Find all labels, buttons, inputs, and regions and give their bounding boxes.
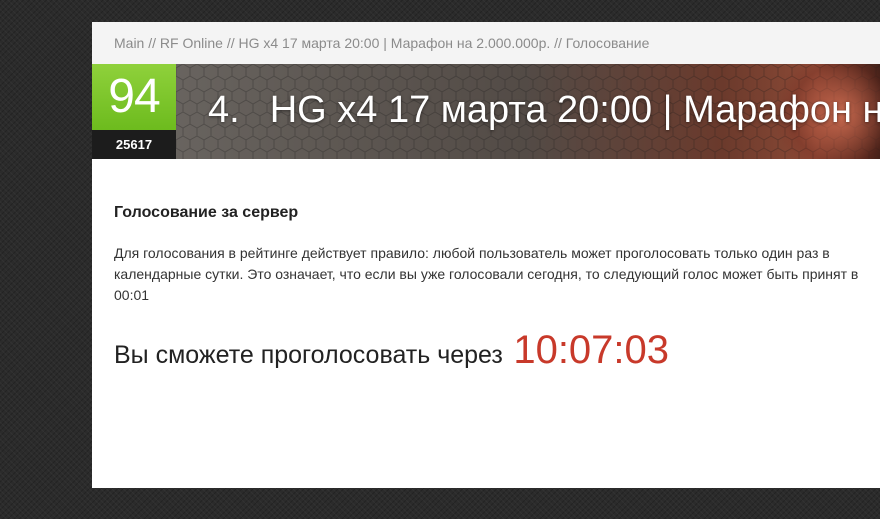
rating-score: 94 xyxy=(92,64,176,130)
countdown-timer: 10:07:03 xyxy=(513,328,670,372)
server-name: HG x4 17 марта 20:00 | Марафон на 2.000.… xyxy=(269,89,880,131)
server-rank: 4. xyxy=(208,89,240,131)
server-banner: 94 25617 4. HG x4 17 марта 20:00 | Марафо… xyxy=(92,64,880,159)
countdown: Вы сможете проголосовать через 10:07:03 xyxy=(114,328,858,373)
server-title: 4. HG x4 17 марта 20:00 | Марафон на 2.00… xyxy=(208,88,880,132)
rating-badge: 94 25617 xyxy=(92,64,176,159)
main-panel: Main // RF Online // HG x4 17 марта 20:0… xyxy=(92,22,880,488)
vote-section: Голосование за сервер Для голосования в … xyxy=(92,159,880,373)
breadcrumb[interactable]: Main // RF Online // HG x4 17 марта 20:0… xyxy=(92,22,880,64)
vote-count: 25617 xyxy=(92,130,176,159)
vote-rules-text: Для голосования в рейтинге действует пра… xyxy=(114,245,859,303)
vote-heading: Голосование за сервер xyxy=(114,204,299,221)
countdown-label: Вы сможете проголосовать через xyxy=(114,341,503,369)
